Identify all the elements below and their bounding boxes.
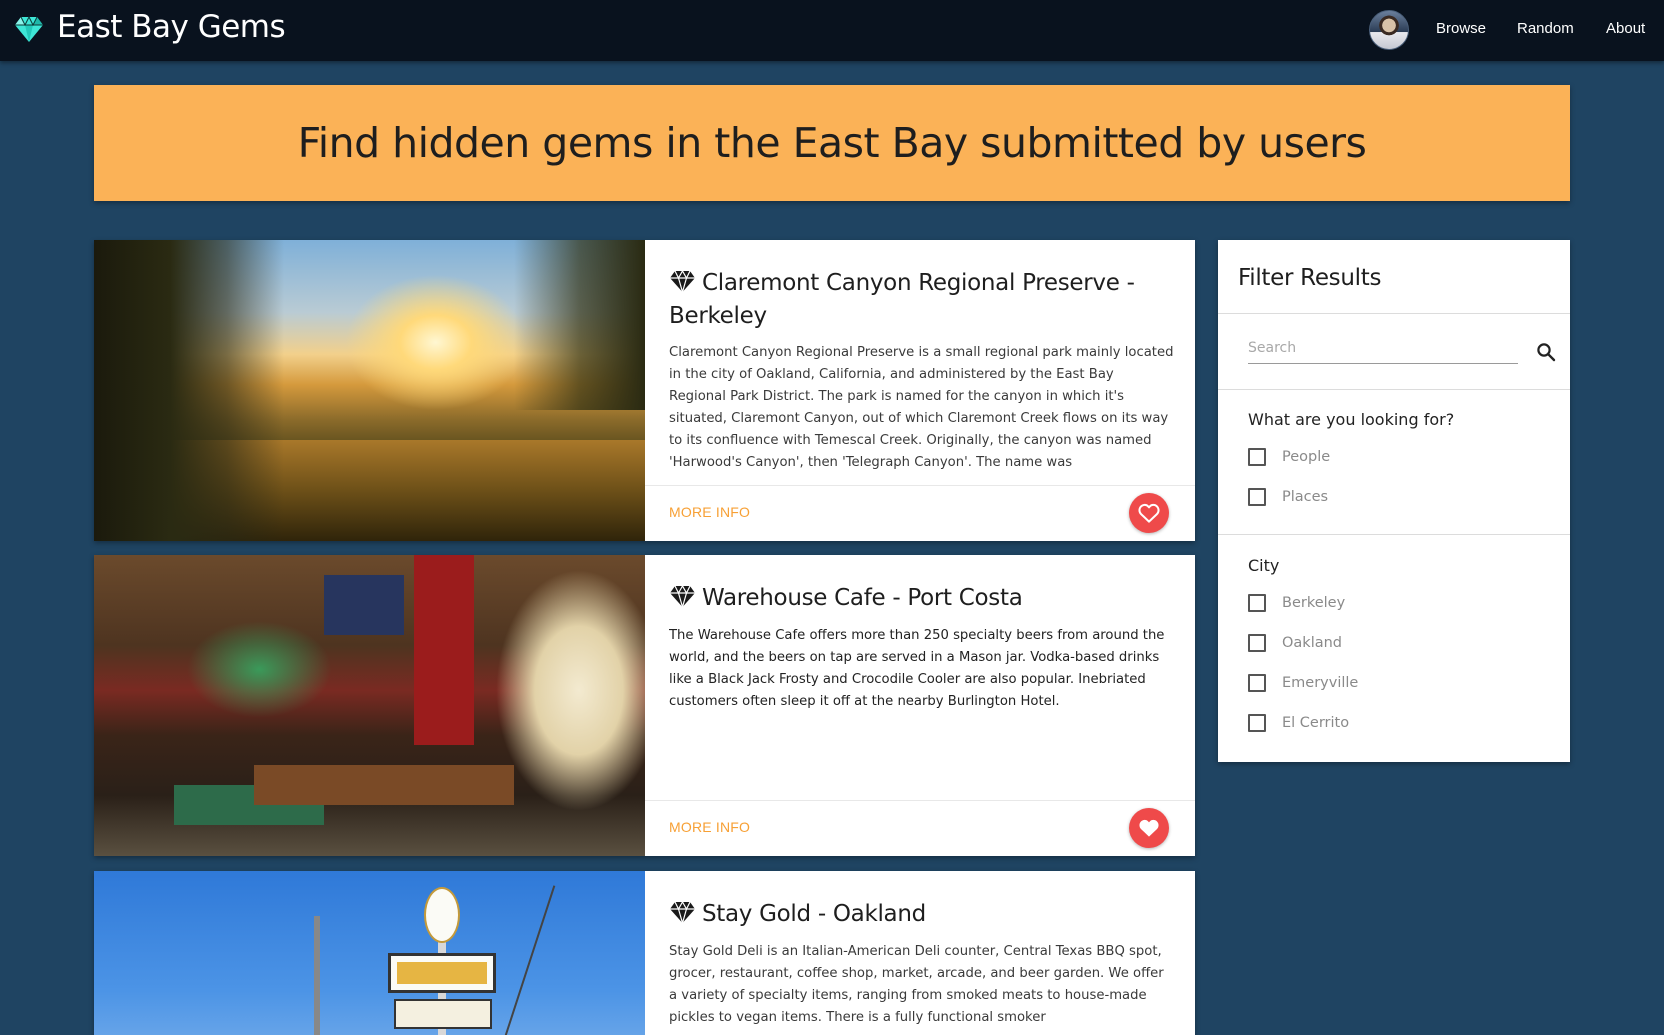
- search-icon[interactable]: [1536, 342, 1556, 362]
- nav-browse[interactable]: Browse: [1436, 20, 1486, 37]
- more-info-link[interactable]: MORE INFO: [669, 504, 750, 520]
- option-label: Emeryville: [1282, 675, 1359, 691]
- search-input[interactable]: [1248, 332, 1518, 364]
- diamond-icon[interactable]: [14, 15, 44, 43]
- checkbox[interactable]: [1248, 674, 1266, 692]
- card-actions: MORE INFO: [645, 800, 1195, 856]
- heart-icon: [1138, 503, 1160, 523]
- hero-headline: Find hidden gems in the East Bay submitt…: [297, 119, 1367, 167]
- option-label: Places: [1282, 489, 1329, 505]
- filter-option-emeryville[interactable]: Emeryville: [1248, 672, 1358, 694]
- card-body: Warehouse Cafe - Port Costa The Warehous…: [645, 555, 1195, 856]
- option-label: El Cerrito: [1282, 715, 1350, 731]
- checkbox[interactable]: [1248, 488, 1266, 506]
- option-label: People: [1282, 449, 1331, 465]
- checkbox[interactable]: [1248, 714, 1266, 732]
- hero-banner: Find hidden gems in the East Bay submitt…: [94, 85, 1570, 201]
- option-label: Berkeley: [1282, 595, 1346, 611]
- checkbox[interactable]: [1248, 594, 1266, 612]
- card-description: Stay Gold Deli is an Italian-American De…: [669, 944, 1164, 1025]
- gem-icon: [670, 270, 695, 293]
- filter-title: Filter Results: [1238, 265, 1382, 291]
- brand-title[interactable]: East Bay Gems: [57, 9, 286, 45]
- filter-option-el-cerrito[interactable]: El Cerrito: [1248, 712, 1349, 734]
- more-info-link[interactable]: MORE INFO: [669, 819, 750, 835]
- type-group-label: What are you looking for?: [1248, 410, 1455, 429]
- city-group-label: City: [1248, 556, 1280, 575]
- nav-random[interactable]: Random: [1517, 20, 1574, 37]
- divider: [1218, 389, 1570, 390]
- card-title-text: Claremont Canyon Regional Preserve - Ber…: [669, 270, 1135, 329]
- filter-option-people[interactable]: People: [1248, 446, 1330, 468]
- card-image: [94, 555, 645, 856]
- card-description: Claremont Canyon Regional Preserve is a …: [669, 345, 1174, 470]
- nav-about[interactable]: About: [1606, 20, 1645, 37]
- card-title-text: Warehouse Cafe - Port Costa: [702, 585, 1023, 611]
- checkbox[interactable]: [1248, 448, 1266, 466]
- gem-icon: [670, 585, 695, 608]
- card-body: Claremont Canyon Regional Preserve - Ber…: [645, 240, 1195, 541]
- card-actions: MORE INFO: [645, 485, 1195, 541]
- divider: [1218, 313, 1570, 314]
- heart-icon: [1139, 819, 1159, 837]
- gem-icon: [670, 901, 695, 924]
- filter-option-berkeley[interactable]: Berkeley: [1248, 592, 1345, 614]
- user-avatar[interactable]: [1369, 10, 1409, 50]
- card-title-text: Stay Gold - Oakland: [702, 901, 926, 927]
- divider: [1218, 534, 1570, 535]
- gem-card: Warehouse Cafe - Port Costa The Warehous…: [94, 555, 1195, 856]
- favorite-button[interactable]: [1129, 493, 1169, 533]
- filter-option-places[interactable]: Places: [1248, 486, 1328, 508]
- favorite-button[interactable]: [1129, 808, 1169, 848]
- card-title: Warehouse Cafe - Port Costa: [669, 582, 1174, 615]
- gem-card: Claremont Canyon Regional Preserve - Ber…: [94, 240, 1195, 541]
- card-image: [94, 240, 645, 541]
- gem-card: Stay Gold - Oakland Stay Gold Deli is an…: [94, 871, 1195, 1035]
- filter-option-oakland[interactable]: Oakland: [1248, 632, 1342, 654]
- filter-panel: Filter Results What are you looking for?…: [1218, 240, 1570, 762]
- card-image: [94, 871, 645, 1035]
- option-label: Oakland: [1282, 635, 1343, 651]
- card-title: Claremont Canyon Regional Preserve - Ber…: [669, 267, 1174, 333]
- top-navbar: East Bay Gems Browse Random About: [0, 0, 1664, 61]
- checkbox[interactable]: [1248, 634, 1266, 652]
- card-body: Stay Gold - Oakland Stay Gold Deli is an…: [645, 871, 1195, 1035]
- card-description: The Warehouse Cafe offers more than 250 …: [669, 628, 1165, 709]
- card-title: Stay Gold - Oakland: [669, 898, 1174, 931]
